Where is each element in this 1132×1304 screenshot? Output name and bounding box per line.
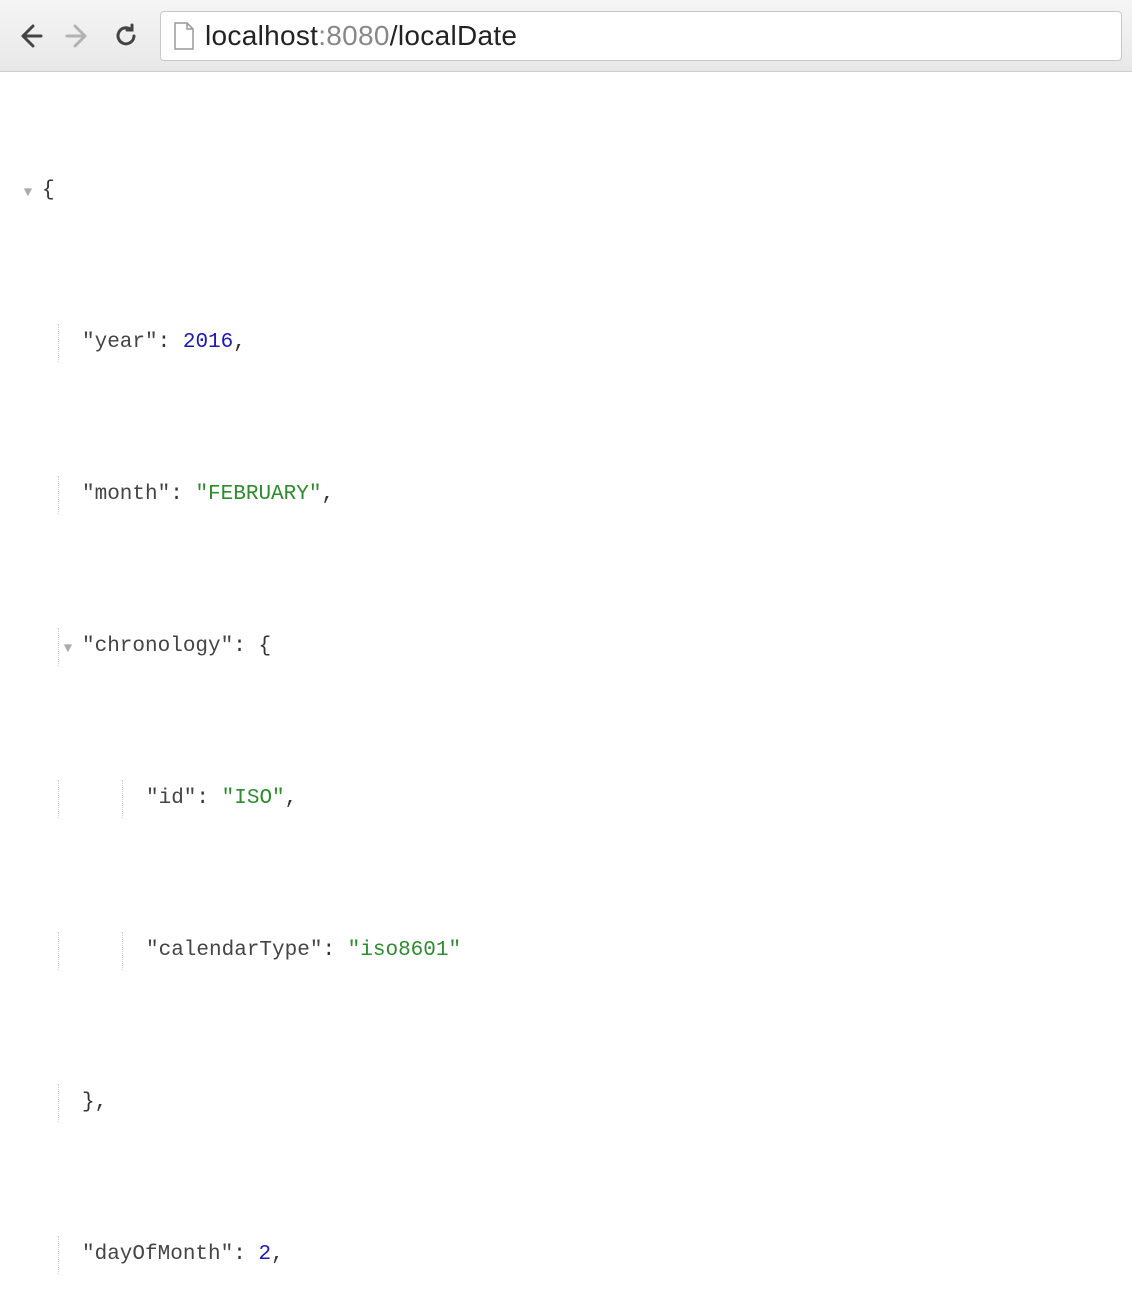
url-path: /localDate (390, 20, 518, 52)
json-value: "iso8601" (348, 939, 461, 962)
url-text: localhost:8080/localDate (205, 20, 517, 52)
json-row: "calendarType": "iso8601" (18, 932, 1122, 970)
open-brace: { (42, 172, 55, 210)
forward-button[interactable] (58, 16, 98, 56)
reload-button[interactable] (106, 16, 146, 56)
json-key: "year" (82, 331, 158, 354)
json-key: "month" (82, 483, 170, 506)
json-row: "id": "ISO", (18, 780, 1122, 818)
json-value: "FEBRUARY" (195, 483, 321, 506)
url-port: :8080 (318, 20, 390, 52)
json-key: "chronology" (82, 635, 233, 658)
json-value: 2 (258, 1243, 271, 1266)
json-key: "id" (146, 787, 196, 810)
json-row: ▼ "chronology": { (18, 628, 1122, 666)
json-value: 2016 (183, 331, 233, 354)
json-row: "dayOfMonth": 2, (18, 1236, 1122, 1274)
close-brace-row: }, (18, 1084, 1122, 1122)
address-bar[interactable]: localhost:8080/localDate (160, 11, 1122, 61)
url-host: localhost (205, 20, 318, 52)
back-button[interactable] (10, 16, 50, 56)
json-key: "calendarType" (146, 939, 322, 962)
json-viewer: ▼ { "year": 2016, "month": "FEBRUARY", ▼… (0, 72, 1132, 1304)
browser-toolbar: localhost:8080/localDate (0, 0, 1132, 72)
json-key: "dayOfMonth" (82, 1243, 233, 1266)
json-row: "year": 2016, (18, 324, 1122, 362)
collapse-toggle[interactable]: ▼ (58, 630, 78, 668)
json-value: "ISO" (222, 787, 285, 810)
page-icon (173, 22, 195, 50)
collapse-toggle[interactable]: ▼ (18, 174, 38, 212)
json-row: "month": "FEBRUARY", (18, 476, 1122, 514)
